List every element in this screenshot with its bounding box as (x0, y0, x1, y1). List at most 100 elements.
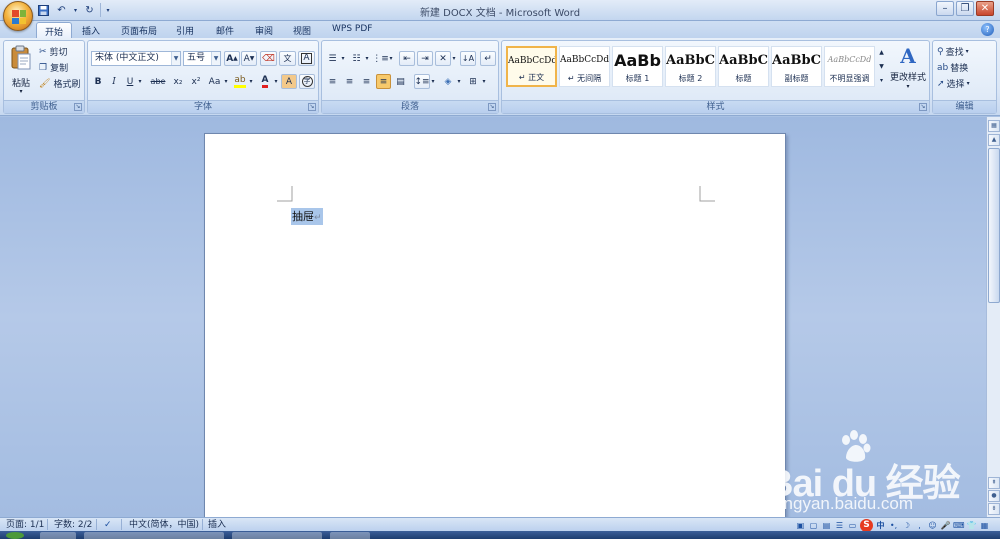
strikethrough-button[interactable]: abe (148, 74, 168, 89)
taskbar-item[interactable] (330, 532, 370, 539)
vertical-scrollbar[interactable]: ▦ ▲ ⇞ ● ⇟ (986, 117, 1000, 517)
tab-references[interactable]: 引用 (168, 22, 202, 38)
change-case-button[interactable]: Aa (206, 74, 223, 89)
previous-page-icon[interactable]: ⇞ (988, 477, 1000, 489)
tab-view[interactable]: 视图 (285, 22, 319, 38)
scroll-up-icon[interactable]: ▲ (988, 134, 1000, 146)
font-size-combo[interactable]: 五号 ▼ (183, 51, 221, 66)
comma-icon[interactable]: , (914, 520, 925, 531)
subscript-button[interactable]: x₂ (170, 74, 186, 89)
enclose-characters-button[interactable]: 字 (299, 74, 315, 89)
shrink-font-button[interactable]: A ▼ (241, 51, 257, 66)
line-spacing-dropdown-icon[interactable]: ▾ (430, 74, 436, 89)
styles-launcher-icon[interactable]: ↘ (919, 103, 927, 111)
decrease-indent-button[interactable]: ⇤ (399, 51, 415, 66)
bullets-button[interactable]: ☰ (325, 51, 340, 66)
punctuation-mode-icon[interactable]: •, (888, 520, 899, 531)
word-count[interactable]: 字数: 2/2 (54, 519, 92, 531)
replace-button[interactable]: ab 替换 (936, 60, 992, 75)
change-case-dropdown-icon[interactable]: ▾ (223, 74, 229, 89)
taskbar-item[interactable] (232, 532, 322, 539)
font-color-button[interactable]: A (257, 74, 273, 89)
style-title[interactable]: AaBbC 标题 (718, 46, 769, 87)
paragraph-launcher-icon[interactable]: ↘ (488, 103, 496, 111)
tab-wps-pdf[interactable]: WPS PDF (324, 22, 380, 38)
increase-indent-button[interactable]: ⇥ (417, 51, 433, 66)
minimize-button[interactable]: – (936, 1, 954, 16)
paste-button[interactable]: 粘贴 ▾ (7, 44, 35, 96)
shading-dropdown-icon[interactable]: ▾ (456, 74, 462, 89)
format-painter-button[interactable]: 🖌 格式刷 (38, 76, 84, 91)
shirt-skin-icon[interactable]: 👕 (966, 520, 977, 531)
grid-menu-icon[interactable]: ▦ (979, 520, 990, 531)
shading-button[interactable]: ◈ (440, 74, 456, 89)
document-page[interactable]: 抽屉↵ (204, 133, 786, 517)
font-launcher-icon[interactable]: ↘ (308, 103, 316, 111)
copy-button[interactable]: ❐ 复制 (38, 60, 82, 75)
restore-button[interactable]: ❐ (956, 1, 974, 16)
style-subtitle[interactable]: AaBbC 副标题 (771, 46, 822, 87)
cut-button[interactable]: ✂ 剪切 (38, 44, 82, 59)
microphone-icon[interactable]: 🎤 (940, 520, 951, 531)
view-outline-icon[interactable]: ☰ (834, 520, 845, 531)
moon-icon[interactable]: ☽ (901, 520, 912, 531)
align-left-button[interactable]: ≡ (325, 74, 340, 89)
style-heading-2[interactable]: AaBbC 标题 2 (665, 46, 716, 87)
font-color-dropdown-icon[interactable]: ▾ (273, 74, 279, 89)
bullets-dropdown-icon[interactable]: ▾ (340, 51, 346, 66)
line-spacing-button[interactable]: ↕≡ (414, 74, 430, 89)
tab-mailings[interactable]: 邮件 (208, 22, 242, 38)
sogou-ime-icon[interactable]: S (860, 518, 873, 532)
start-button[interactable] (6, 532, 24, 539)
superscript-button[interactable]: x² (188, 74, 204, 89)
scroll-thumb[interactable] (988, 148, 1000, 303)
clear-formatting-button[interactable]: ⌫ (260, 51, 277, 66)
justify-button[interactable]: ≡ (376, 74, 391, 89)
styles-scroll-down-icon[interactable]: ▼ (877, 60, 886, 73)
show-marks-button[interactable]: ↵ (480, 51, 496, 66)
tab-home[interactable]: 开始 (36, 22, 73, 38)
selected-text[interactable]: 抽屉↵ (291, 208, 323, 225)
styles-more-icon[interactable]: ▾ (877, 74, 886, 87)
taskbar-item[interactable] (84, 532, 224, 539)
page-count[interactable]: 页面: 1/1 (6, 519, 44, 531)
style-heading-1[interactable]: AaBb 标题 1 (612, 46, 663, 87)
highlight-button[interactable]: ab (232, 74, 248, 89)
clipboard-launcher-icon[interactable]: ↘ (74, 103, 82, 111)
underline-button[interactable]: U (123, 74, 137, 89)
insert-mode-indicator[interactable]: 插入 (208, 519, 226, 531)
numbering-dropdown-icon[interactable]: ▾ (364, 51, 370, 66)
browse-object-icon[interactable]: ● (988, 490, 1000, 502)
proofing-icon[interactable]: ✓ (104, 519, 112, 531)
ruler-toggle-icon[interactable]: ▦ (988, 120, 1000, 132)
bold-button[interactable]: B (91, 74, 105, 89)
keyboard-icon[interactable]: ⌨ (953, 520, 965, 531)
align-right-button[interactable]: ≡ (359, 74, 374, 89)
next-page-icon[interactable]: ⇟ (988, 503, 1000, 515)
tab-review[interactable]: 审阅 (247, 22, 281, 38)
find-button[interactable]: ⚲ 查找 ▾ (936, 44, 992, 59)
grow-font-button[interactable]: A ▲ (224, 51, 240, 66)
borders-button[interactable]: ⊞ (465, 74, 481, 89)
distributed-button[interactable]: ▤ (393, 74, 408, 89)
sort-button[interactable]: ↓A (460, 51, 476, 66)
highlight-dropdown-icon[interactable]: ▾ (248, 74, 254, 89)
multilevel-dropdown-icon[interactable]: ▾ (388, 51, 394, 66)
view-print-layout-icon[interactable]: ▣ (795, 520, 806, 531)
borders-dropdown-icon[interactable]: ▾ (481, 74, 487, 89)
taskbar-item[interactable] (40, 532, 76, 539)
tab-page-layout[interactable]: 页面布局 (113, 22, 165, 38)
character-border-button[interactable]: A (298, 51, 315, 66)
office-button[interactable] (3, 1, 33, 31)
language-indicator[interactable]: 中文(简体，中国) (129, 519, 199, 531)
underline-dropdown-icon[interactable]: ▾ (137, 74, 143, 89)
change-styles-button[interactable]: A 更改样式 ▾ (889, 44, 927, 99)
smiley-icon[interactable]: ☺ (927, 520, 938, 531)
view-web-layout-icon[interactable]: ▤ (821, 520, 832, 531)
close-button[interactable]: ✕ (976, 1, 994, 16)
tab-insert[interactable]: 插入 (74, 22, 108, 38)
view-full-screen-icon[interactable]: ▢ (808, 520, 819, 531)
numbering-button[interactable]: ☷ (349, 51, 364, 66)
chinese-layout-dropdown-icon[interactable]: ▾ (451, 51, 457, 66)
style-no-spacing[interactable]: AaBbCcDd ↵ 无间隔 (559, 46, 610, 87)
